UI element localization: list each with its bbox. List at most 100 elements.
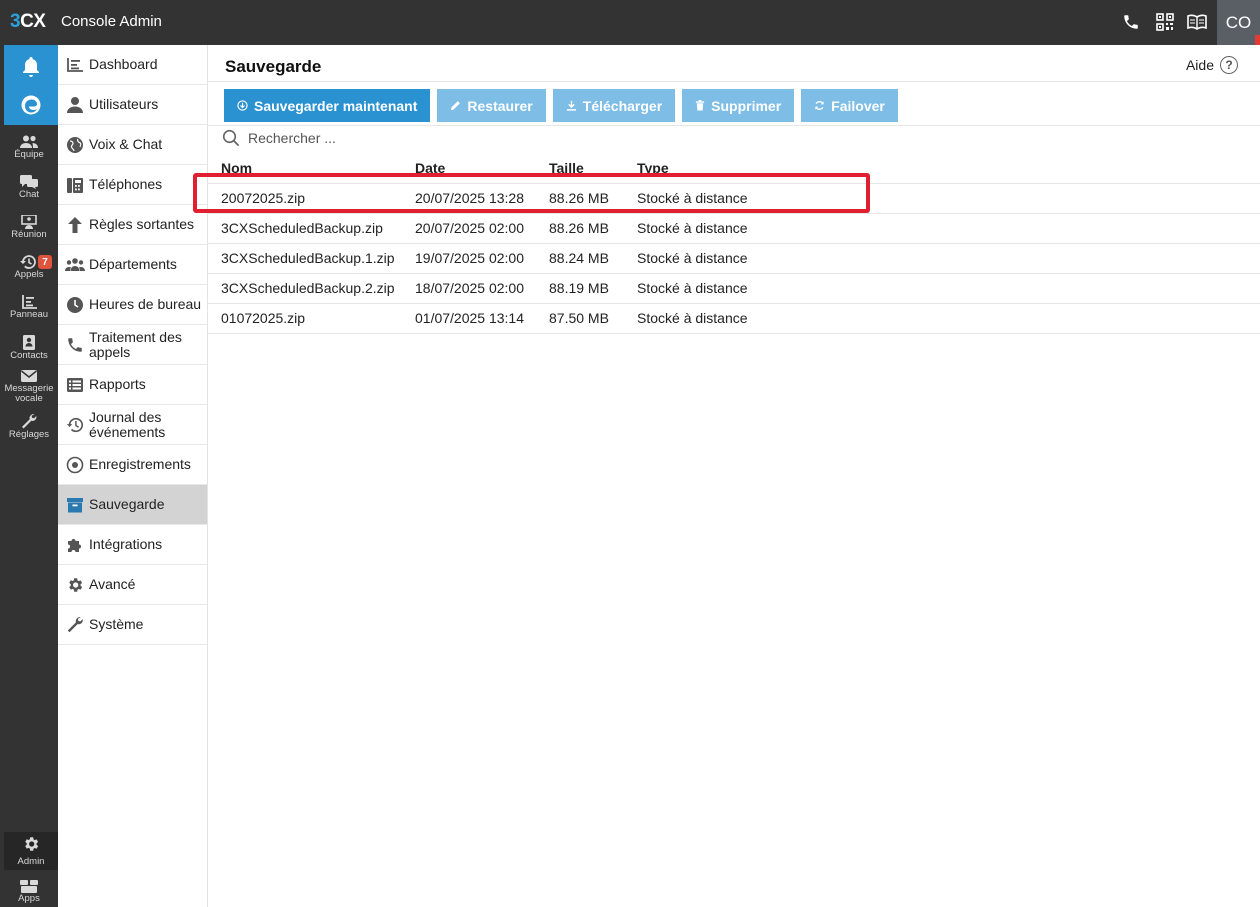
rail-top-panel	[4, 45, 58, 125]
logo-3: 3	[10, 11, 21, 32]
menu-item-label: Voix & Chat	[89, 136, 163, 152]
user-icon	[65, 95, 85, 115]
rail-item-label: Réunion	[11, 229, 47, 240]
trash-icon	[696, 100, 705, 111]
logo-cx: CX	[20, 11, 46, 32]
chat-icon	[20, 175, 38, 189]
divider	[208, 125, 1260, 126]
search-icon	[222, 129, 240, 147]
table-row[interactable]: 20072025.zip 20/07/2025 13:28 88.26 MB S…	[208, 183, 1260, 214]
cell-name: 3CXScheduledBackup.2.zip	[208, 273, 415, 304]
page-title: Sauvegarde	[225, 57, 322, 76]
menu-item-label: Traitement des appels	[89, 328, 182, 360]
menu-item-office-hours[interactable]: Heures de bureau	[58, 285, 207, 325]
table-row[interactable]: 3CXScheduledBackup.2.zip 18/07/2025 02:0…	[208, 273, 1260, 304]
menu-item-label: Téléphones	[89, 176, 163, 192]
help-label: Aide	[1185, 57, 1214, 73]
menu-item-event-log[interactable]: Journal des événements	[58, 405, 207, 445]
menu-item-reports[interactable]: Rapports	[58, 365, 207, 405]
record-icon	[65, 455, 85, 475]
wrench-icon	[65, 615, 85, 635]
menu-item-recordings[interactable]: Enregistrements	[58, 445, 207, 485]
help-icon: ?	[1220, 56, 1238, 74]
menu-item-system[interactable]: Système	[58, 605, 207, 645]
logo[interactable]: 3CX	[10, 11, 46, 33]
button-label: Sauvegarder maintenant	[254, 97, 418, 114]
rail-item-label: Réglages	[8, 429, 50, 440]
menu-item-backup[interactable]: Sauvegarde	[58, 485, 207, 525]
column-header-name[interactable]: Nom	[208, 153, 415, 184]
toolbar: Sauvegarder maintenant Restaurer Télécha…	[224, 89, 905, 122]
menu-item-label: Utilisateurs	[89, 96, 159, 112]
edge-browser-icon[interactable]	[20, 94, 42, 119]
cell-type: Stocké à distance	[637, 273, 1260, 304]
button-label: Télécharger	[582, 97, 663, 114]
menu-item-integrations[interactable]: Intégrations	[58, 525, 207, 565]
book-icon[interactable]	[1186, 11, 1208, 33]
column-header-date[interactable]: Date	[415, 153, 549, 184]
restore-button[interactable]: Restaurer	[437, 89, 546, 122]
menu-item-call-handling[interactable]: Traitement des appels	[58, 325, 207, 365]
column-header-size[interactable]: Taille	[549, 153, 637, 184]
rail-item-team[interactable]: Équipe	[0, 133, 58, 173]
menu-item-label: Système	[89, 616, 144, 632]
column-header-type[interactable]: Type	[637, 153, 1260, 184]
phone-icon[interactable]	[1120, 11, 1142, 33]
cell-date: 01/07/2025 13:14	[415, 303, 549, 334]
menu-item-users[interactable]: Utilisateurs	[58, 85, 207, 125]
help-link[interactable]: Aide ?	[1186, 56, 1238, 74]
departments-icon	[65, 255, 85, 275]
cell-name: 3CXScheduledBackup.1.zip	[208, 243, 415, 274]
table-row[interactable]: 3CXScheduledBackup.1.zip 19/07/2025 02:0…	[208, 243, 1260, 274]
rail-item-label: Messagerie vocale	[4, 383, 54, 404]
globe-icon	[65, 135, 85, 155]
download-button[interactable]: Télécharger	[552, 89, 676, 122]
menu-item-label: Départements	[89, 256, 177, 272]
menu-item-label: Heures de bureau	[89, 296, 202, 312]
backup-now-button[interactable]: Sauvegarder maintenant	[224, 89, 431, 122]
cell-type: Stocké à distance	[637, 213, 1260, 244]
gear-icon	[25, 837, 39, 851]
delete-button[interactable]: Supprimer	[682, 89, 795, 122]
menu-item-dashboard[interactable]: Dashboard	[58, 45, 207, 85]
cell-size: 88.26 MB	[549, 183, 637, 214]
panel-icon	[22, 295, 37, 309]
rail-item-apps[interactable]: Apps	[0, 877, 58, 907]
app-rail: Équipe Chat Réunion Appels 7 Panneau Con…	[0, 45, 58, 907]
menu-item-advanced[interactable]: Avancé	[58, 565, 207, 605]
bell-icon[interactable]	[19, 55, 43, 82]
cell-date: 20/07/2025 13:28	[415, 183, 549, 214]
menu-item-voice-chat[interactable]: Voix & Chat	[58, 125, 207, 165]
dashboard-icon	[65, 55, 85, 75]
failover-button[interactable]: Failover	[801, 89, 898, 122]
cell-size: 88.26 MB	[549, 213, 637, 244]
rail-item-panel[interactable]: Panneau	[0, 293, 58, 333]
divider	[208, 81, 1260, 82]
download-icon	[566, 100, 576, 111]
rail-item-label: Équipe	[14, 149, 44, 160]
cell-size: 88.19 MB	[549, 273, 637, 304]
menu-item-phones[interactable]: Téléphones	[58, 165, 207, 205]
menu-item-label: Sauvegarde	[89, 496, 165, 512]
rail-item-chat[interactable]: Chat	[0, 173, 58, 213]
menu-item-outbound-rules[interactable]: Règles sortantes	[58, 205, 207, 245]
rail-item-calls[interactable]: Appels 7	[0, 253, 58, 293]
menu-item-label: Enregistrements	[89, 456, 191, 472]
rail-item-settings[interactable]: Réglages	[0, 411, 58, 451]
arrow-up-icon	[65, 215, 85, 235]
qr-code-icon[interactable]	[1154, 11, 1176, 33]
search-input[interactable]: Rechercher ...	[248, 130, 336, 146]
table-row[interactable]: 01072025.zip 01/07/2025 13:14 87.50 MB S…	[208, 303, 1260, 334]
rail-item-label: Apps	[18, 893, 40, 904]
rail-item-voicemail[interactable]: Messagerie vocale	[0, 367, 58, 411]
table-row[interactable]: 3CXScheduledBackup.zip 20/07/2025 02:00 …	[208, 213, 1260, 244]
menu-item-departments[interactable]: Départements	[58, 245, 207, 285]
archive-icon	[65, 495, 85, 515]
rail-item-meeting[interactable]: Réunion	[0, 213, 58, 253]
search-field[interactable]: Rechercher ...	[222, 129, 336, 147]
rail-item-admin[interactable]: Admin	[4, 832, 58, 870]
presence-indicator	[1255, 35, 1260, 45]
menu-item-label: Rapports	[89, 376, 146, 392]
rail-admin-label: Admin	[17, 856, 45, 867]
user-avatar[interactable]: CO	[1217, 0, 1260, 45]
